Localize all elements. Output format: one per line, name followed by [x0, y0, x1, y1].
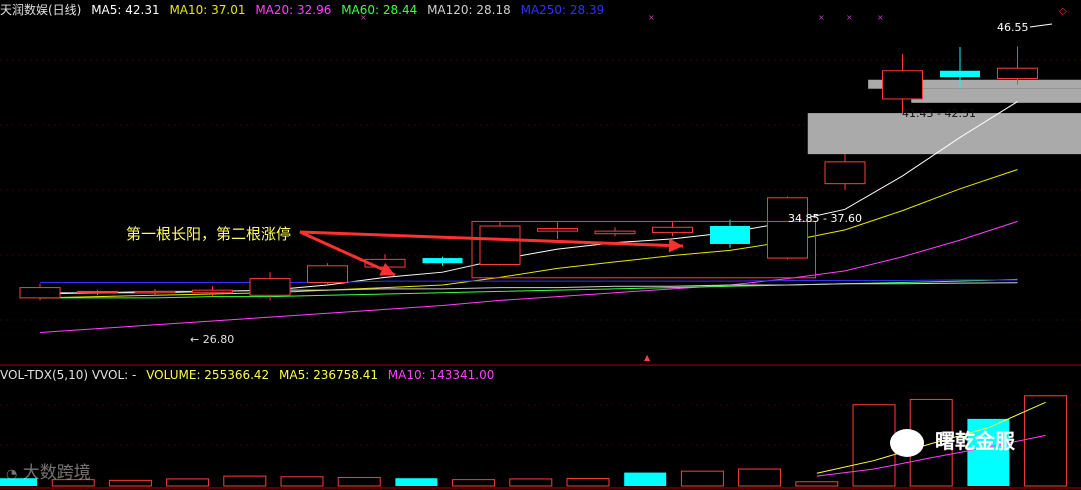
- volume-bar: [680, 470, 724, 487]
- event-marker[interactable]: ×: [648, 13, 655, 22]
- candlestick: [134, 288, 176, 296]
- volume-bar: [795, 481, 839, 487]
- high-label-pointer: [1029, 23, 1053, 28]
- volume-bar: [395, 478, 438, 486]
- candlestick: [479, 222, 521, 266]
- candlestick: [710, 219, 750, 248]
- ma-line-ma250: [40, 279, 1018, 283]
- ma20-label: MA20: 32.96: [255, 3, 332, 17]
- event-marker[interactable]: ×: [846, 13, 853, 22]
- volume-bar: [280, 476, 324, 487]
- low-price-value: 26.80: [202, 333, 235, 346]
- candle-body: [997, 67, 1038, 79]
- low-price-label: ← 26.80: [190, 333, 235, 346]
- candlestick: [192, 286, 233, 297]
- watermark-logo-icon: ◔: [6, 467, 18, 482]
- candle-body: [422, 258, 463, 264]
- candle-body: [479, 225, 521, 265]
- price-gap-band: [911, 88, 1081, 103]
- volume-bar: [738, 468, 782, 487]
- ma5-label: MA5: 42.31: [91, 3, 160, 17]
- candle-body: [710, 226, 750, 244]
- annotation-note: 第一根长阳，第二根涨停: [126, 225, 292, 243]
- candlestick: [77, 290, 118, 296]
- volume-bar: [566, 478, 610, 487]
- event-marker[interactable]: ×: [360, 13, 367, 22]
- volume-bar: [337, 477, 381, 487]
- ma60-label: MA60: 28.44: [341, 3, 418, 17]
- gap-range-label-upper: 41.43 - 42.51: [902, 107, 976, 120]
- volume-ma5-label: MA5: 236758.41: [279, 368, 378, 382]
- up-marker: ▲: [644, 353, 651, 362]
- high-price-label: 46.55: [997, 21, 1029, 34]
- watermark-right-text: 曙乾金服: [934, 429, 1015, 453]
- candlestick: [652, 220, 693, 237]
- candlestick: [19, 283, 61, 301]
- candle-body: [940, 70, 980, 78]
- volume-bar: [452, 479, 496, 487]
- diamond-icon: ◇: [1059, 6, 1067, 17]
- ma250-label: MA250: 28.39: [520, 3, 605, 17]
- gap-range-label-lower: 34.85 - 37.60: [788, 212, 862, 225]
- candlestick: [997, 46, 1038, 85]
- candlestick: [767, 196, 808, 260]
- volume-panel-header: VOL-TDX(5,10) VVOL: - VOLUME: 255366.42 …: [0, 367, 500, 383]
- volume-label: VOLUME: 255366.42: [146, 368, 270, 382]
- watermark-left-text: 大数跨境: [22, 463, 91, 483]
- volume-bar: [166, 478, 210, 487]
- watermark-right: 曙乾金服: [890, 425, 1015, 457]
- ma120-label: MA120: 28.18: [427, 3, 511, 17]
- volume-ma10-label: MA10: 143341.00: [387, 368, 495, 382]
- stock-title: 天润数娱(日线): [0, 3, 82, 17]
- volume-bar: [624, 472, 667, 486]
- event-marker[interactable]: ×: [877, 13, 884, 22]
- annotation-arrowhead: [668, 238, 683, 253]
- candle-body: [192, 289, 233, 294]
- candlestick: [307, 263, 348, 286]
- candle-body: [652, 226, 693, 233]
- candle-body: [594, 230, 636, 235]
- price-panel-header: 天润数娱(日线) MA5: 42.31 MA10: 37.01 MA20: 32…: [0, 2, 610, 18]
- event-marker[interactable]: ×: [818, 13, 825, 22]
- volume-bar: [108, 479, 152, 487]
- candle-body: [134, 290, 176, 294]
- volume-indicator-title: VOL-TDX(5,10) VVOL: -: [0, 368, 137, 382]
- candle-body: [767, 197, 808, 259]
- volume-bar: [509, 478, 553, 487]
- candle-body: [249, 278, 291, 296]
- candle-body: [307, 265, 348, 283]
- candlestick: [824, 154, 866, 191]
- candle-body: [882, 70, 923, 100]
- volume-bar: [223, 475, 267, 487]
- candlestick: [537, 222, 578, 239]
- watermark-left: ◔ 大数跨境: [6, 458, 91, 483]
- candle-body: [537, 228, 578, 232]
- volume-bar: [852, 404, 896, 487]
- chart-canvas[interactable]: [0, 0, 1081, 490]
- candle-body: [19, 287, 61, 299]
- ma10-label: MA10: 37.01: [169, 3, 246, 17]
- highlight-box: [471, 220, 816, 279]
- candle-body: [824, 161, 866, 185]
- wechat-icon: [890, 428, 924, 457]
- candlestick: [594, 227, 636, 237]
- candlestick: [422, 256, 463, 266]
- candlestick: [882, 54, 923, 114]
- candle-body: [77, 290, 118, 293]
